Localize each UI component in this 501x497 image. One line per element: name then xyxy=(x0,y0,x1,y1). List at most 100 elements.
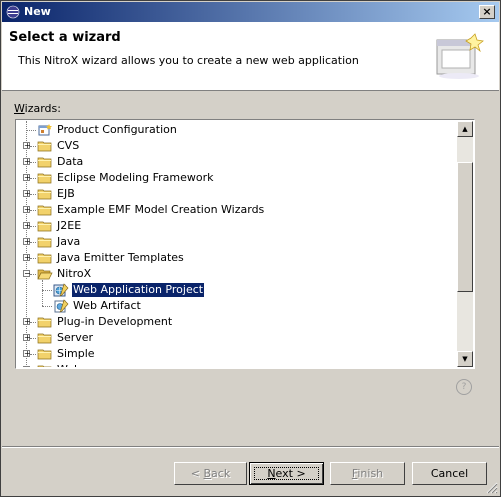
tree-item[interactable]: Web Application Project xyxy=(17,282,458,298)
tree-item[interactable]: + Java Emitter Templates xyxy=(17,250,458,266)
resize-grip-icon[interactable] xyxy=(486,482,498,494)
expand-icon[interactable]: + xyxy=(23,158,31,166)
tree-item[interactable]: + Web xyxy=(17,362,458,367)
new-wizard-dialog: New × Select a wizard This NitroX wizard… xyxy=(0,0,501,497)
scroll-up-button[interactable]: ▲ xyxy=(457,121,473,137)
expand-icon[interactable]: + xyxy=(23,318,31,326)
tree-item[interactable]: + Server xyxy=(17,330,458,346)
tree-guide-line xyxy=(42,306,52,307)
web-project-icon xyxy=(53,283,69,297)
tree-item-label: Simple xyxy=(57,347,95,360)
tree-item-label: Web xyxy=(56,363,82,367)
expand-icon[interactable]: + xyxy=(23,334,31,342)
tree-guide-line xyxy=(30,226,36,227)
folder-icon xyxy=(37,363,53,367)
folder-icon xyxy=(37,171,53,185)
tree-item-label: Data xyxy=(57,155,84,168)
tree-item-label: Java Emitter Templates xyxy=(57,251,184,264)
tree-guide-line xyxy=(30,322,36,323)
cancel-button[interactable]: Cancel xyxy=(412,462,487,485)
scroll-thumb[interactable] xyxy=(457,162,473,292)
tree-guide-line xyxy=(30,274,36,275)
tree-item-label: Product Configuration xyxy=(57,123,177,136)
tree-item[interactable]: + Example EMF Model Creation Wizards xyxy=(17,202,458,218)
tree-guide-line xyxy=(30,242,36,243)
tree-guide-line xyxy=(30,338,36,339)
expand-icon[interactable]: + xyxy=(23,350,31,358)
tree-item[interactable]: + Eclipse Modeling Framework xyxy=(17,170,458,186)
web-artifact-icon xyxy=(53,299,69,313)
folder-icon xyxy=(37,155,53,169)
wizard-banner: Select a wizard This NitroX wizard allow… xyxy=(2,22,499,91)
folder-icon xyxy=(37,251,53,265)
tree-item[interactable]: + Plug-in Development xyxy=(17,314,458,330)
scroll-down-icon: ▼ xyxy=(462,355,468,363)
wizard-banner-icon xyxy=(436,33,484,79)
tree-guide-line xyxy=(42,290,52,291)
tree-guide-line xyxy=(42,280,43,306)
tree-item-label: Plug-in Development xyxy=(57,315,173,328)
tree-item[interactable]: + EJB xyxy=(17,186,458,202)
title-bar[interactable]: New × xyxy=(2,2,499,22)
tree-vertical-scrollbar[interactable]: ▲ ▼ xyxy=(457,121,473,367)
help-icon[interactable]: ? xyxy=(456,379,472,395)
product-config-icon xyxy=(37,123,53,137)
tree-item-label: Java xyxy=(57,235,81,248)
tree-item[interactable]: Product Configuration xyxy=(17,122,458,138)
tree-item-label: Example EMF Model Creation Wizards xyxy=(57,203,265,216)
wizard-tree[interactable]: Product Configuration + CVS + Data + Eclipse M… xyxy=(15,119,475,369)
tree-item-label: J2EE xyxy=(57,219,82,232)
expand-icon[interactable]: + xyxy=(23,174,31,182)
folder-icon xyxy=(37,203,53,217)
expand-icon[interactable]: + xyxy=(23,190,31,198)
tree-item[interactable]: + CVS xyxy=(17,138,458,154)
next-button[interactable]: Next > xyxy=(249,462,324,485)
tree-item[interactable]: + J2EE xyxy=(17,218,458,234)
scroll-down-button[interactable]: ▼ xyxy=(457,351,473,367)
tree-item-label: Web Artifact xyxy=(73,299,141,312)
expand-icon[interactable]: + xyxy=(23,222,31,230)
tree-guide-line xyxy=(26,130,36,131)
tree-guide-line xyxy=(30,146,36,147)
folder-icon xyxy=(37,187,53,201)
finish-button[interactable]: Finish xyxy=(330,462,405,485)
expand-icon[interactable]: + xyxy=(23,206,31,214)
back-button[interactable]: < Back xyxy=(174,462,247,485)
tree-item[interactable]: − NitroX xyxy=(17,266,458,282)
tree-item[interactable]: + Simple xyxy=(17,346,458,362)
tree-item-label: Web Application Project xyxy=(70,282,206,298)
expand-icon[interactable]: + xyxy=(23,366,31,367)
folder-open-icon xyxy=(37,267,53,281)
tree-item[interactable]: + Data xyxy=(17,154,458,170)
tree-item-label: Eclipse Modeling Framework xyxy=(57,171,214,184)
tree-guide-line xyxy=(30,178,36,179)
tree-guide-line xyxy=(30,210,36,211)
folder-icon xyxy=(37,347,53,361)
window-title: New xyxy=(24,5,51,18)
tree-guide-line xyxy=(30,354,36,355)
focus-rectangle xyxy=(254,467,319,480)
expand-icon[interactable]: + xyxy=(23,238,31,246)
tree-item-label: Server xyxy=(57,331,94,344)
tree-guide-line xyxy=(30,258,36,259)
eclipse-icon xyxy=(6,5,20,19)
folder-icon xyxy=(37,235,53,249)
close-icon: × xyxy=(482,5,492,18)
folder-icon xyxy=(37,219,53,233)
expand-icon[interactable]: + xyxy=(23,142,31,150)
expand-icon[interactable]: + xyxy=(23,254,31,262)
folder-icon xyxy=(37,331,53,345)
scroll-up-icon: ▲ xyxy=(462,125,468,133)
wizards-label: Wizards: xyxy=(14,102,61,115)
tree-item[interactable]: + Java xyxy=(17,234,458,250)
tree-item-label: CVS xyxy=(57,139,80,152)
tree-item-label: EJB xyxy=(57,187,75,200)
close-button[interactable]: × xyxy=(479,5,495,19)
folder-icon xyxy=(37,315,53,329)
banner-description: This NitroX wizard allows you to create … xyxy=(18,54,359,67)
tree-item[interactable]: Web Artifact xyxy=(17,298,458,314)
collapse-icon[interactable]: − xyxy=(23,270,31,278)
wizard-tree-rows: Product Configuration + CVS + Data + Eclipse M… xyxy=(17,121,458,367)
tree-guide-line xyxy=(30,194,36,195)
tree-item-label: NitroX xyxy=(57,267,92,280)
